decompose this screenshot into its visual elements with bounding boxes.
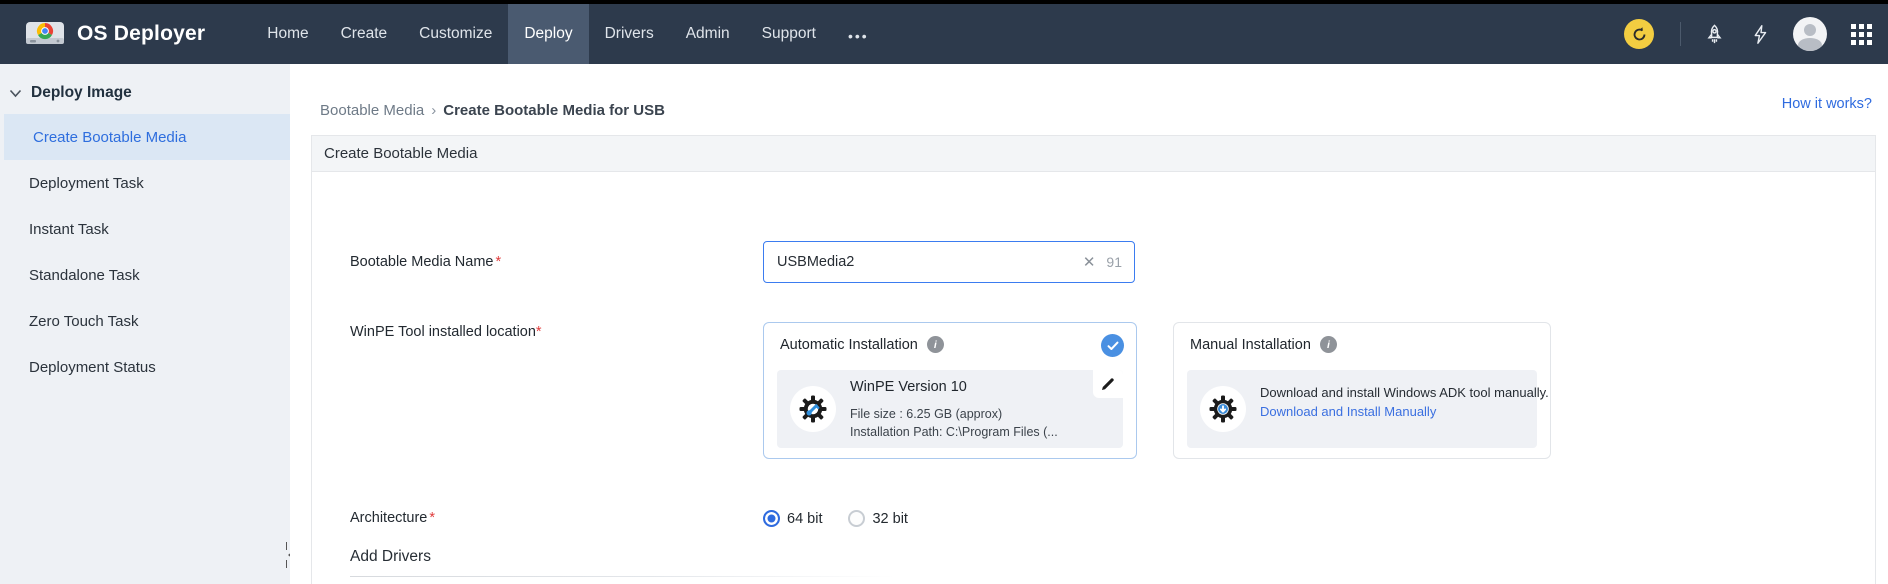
radio-64bit[interactable] (763, 510, 780, 527)
edit-pencil-icon[interactable] (1093, 370, 1123, 398)
sidebar-item-deployment-task[interactable]: Deployment Task (0, 160, 290, 206)
required-asterisk: * (495, 254, 501, 270)
sidebar: Deploy Image Create Bootable Media Deplo… (0, 64, 290, 584)
radio-64bit-label[interactable]: 64 bit (787, 511, 822, 527)
create-bootable-media-panel: Create Bootable Media Bootable Media Nam… (311, 135, 1876, 584)
lightning-icon[interactable] (1747, 21, 1773, 47)
nav-item-home[interactable]: Home (251, 4, 324, 64)
manual-installation-title: Manual Installation (1190, 337, 1311, 353)
nav-item-create[interactable]: Create (325, 4, 404, 64)
required-asterisk: * (536, 324, 542, 340)
manual-installation-card[interactable]: Manual Installation i (1173, 322, 1551, 459)
winpe-location-label: WinPE Tool installed location* (350, 322, 542, 342)
winpe-install-path: Installation Path: C:\Program Files (... (850, 425, 1140, 439)
breadcrumb-current: Create Bootable Media for USB (443, 102, 665, 119)
nav-item-deploy[interactable]: Deploy (508, 4, 588, 64)
refresh-icon[interactable] (1624, 19, 1654, 49)
main-content: Bootable Media › Create Bootable Media for… (290, 64, 1888, 584)
add-drivers-section-title: Add Drivers (350, 548, 431, 566)
automatic-installation-card[interactable]: Automatic Installation i (763, 322, 1137, 459)
clear-input-icon[interactable]: ✕ (1083, 253, 1096, 271)
panel-title: Create Bootable Media (324, 145, 477, 162)
panel-header: Create Bootable Media (312, 136, 1875, 172)
selected-check-icon (1101, 334, 1124, 357)
apps-grid-icon[interactable] (1851, 24, 1872, 45)
info-icon[interactable]: i (1320, 336, 1337, 353)
sidebar-item-instant-task[interactable]: Instant Task (0, 206, 290, 252)
breadcrumb-separator: › (431, 102, 436, 119)
breadcrumb: Bootable Media › Create Bootable Media for… (320, 102, 665, 119)
manual-install-box: Download and install Windows ADK tool ma… (1187, 370, 1537, 448)
topbar-divider (1680, 22, 1681, 46)
char-count: 91 (1106, 254, 1122, 270)
panel-body: Bootable Media Name* USBMedia2 ✕ 91 WinP… (312, 172, 1875, 584)
os-deployer-logo-icon (25, 19, 65, 49)
nav-item-support[interactable]: Support (746, 4, 832, 64)
input-value: USBMedia2 (777, 254, 1083, 270)
automatic-installation-title: Automatic Installation (780, 337, 918, 353)
nav-item-customize[interactable]: Customize (403, 4, 508, 64)
radio-32bit-label[interactable]: 32 bit (872, 511, 907, 527)
manual-install-description: Download and install Windows ADK tool ma… (1260, 383, 1552, 421)
sidebar-item-create-bootable-media[interactable]: Create Bootable Media (4, 114, 290, 160)
user-avatar[interactable] (1793, 17, 1827, 51)
chevron-down-icon (9, 89, 22, 98)
main-nav: Home Create Customize Deploy Drivers Adm… (251, 4, 884, 64)
app-title: OS Deployer (77, 22, 205, 46)
winpe-version-box: WinPE Version 10 File size : 6.25 GB (ap… (777, 370, 1123, 448)
brand: OS Deployer (0, 19, 205, 49)
winpe-gear-icon (790, 386, 836, 432)
winpe-file-size: File size : 6.25 GB (approx) (850, 407, 1002, 421)
sidebar-item-zero-touch-task[interactable]: Zero Touch Task (0, 298, 290, 344)
radio-32bit[interactable] (848, 510, 865, 527)
nav-item-admin[interactable]: Admin (670, 4, 746, 64)
nav-overflow-button[interactable]: ••• (832, 4, 885, 64)
sidebar-item-standalone-task[interactable]: Standalone Task (0, 252, 290, 298)
adk-gear-icon (1200, 386, 1246, 432)
required-asterisk: * (429, 510, 435, 526)
sidebar-item-deployment-status[interactable]: Deployment Status (0, 344, 290, 390)
architecture-radio-group: 64 bit 32 bit (763, 510, 934, 527)
sidebar-section-deploy-image[interactable]: Deploy Image (0, 64, 290, 114)
topbar-actions (1624, 17, 1888, 51)
rocket-icon[interactable] (1701, 21, 1727, 47)
sidebar-section-label: Deploy Image (31, 84, 132, 102)
bootable-media-name-input[interactable]: USBMedia2 ✕ 91 (763, 241, 1135, 283)
section-divider (350, 576, 895, 577)
how-it-works-link[interactable]: How it works? (1782, 96, 1872, 112)
nav-item-drivers[interactable]: Drivers (589, 4, 670, 64)
breadcrumb-parent[interactable]: Bootable Media (320, 102, 424, 119)
bootable-media-name-label: Bootable Media Name* (350, 252, 501, 272)
architecture-label: Architecture* (350, 508, 435, 528)
winpe-version-title: WinPE Version 10 (850, 379, 967, 395)
download-install-link[interactable]: Download and Install Manually (1260, 404, 1436, 419)
info-icon[interactable]: i (927, 336, 944, 353)
top-navbar: OS Deployer Home Create Customize Deploy… (0, 0, 1888, 64)
